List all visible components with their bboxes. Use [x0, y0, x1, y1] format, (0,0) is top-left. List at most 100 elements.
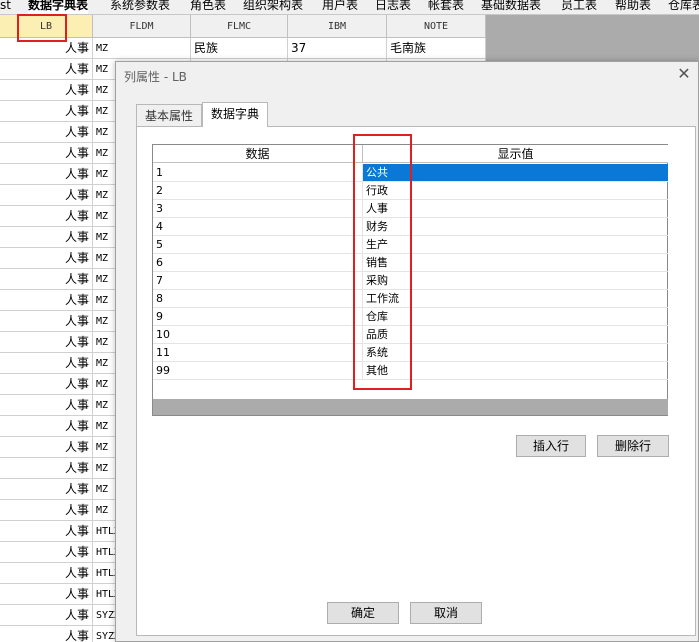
table-tab[interactable]: 帐套表	[428, 0, 464, 14]
table-tab[interactable]: 帮助表	[615, 0, 651, 14]
cell-lb[interactable]: 人事	[0, 227, 93, 248]
cell-lb[interactable]: 人事	[0, 101, 93, 122]
dict-cell-display[interactable]: 生产	[363, 236, 668, 254]
cell-lb[interactable]: 人事	[0, 626, 93, 642]
cell-lb[interactable]: 人事	[0, 458, 93, 479]
dict-cell-display[interactable]: 财务	[363, 218, 668, 236]
dict-cell-display[interactable]: 行政	[363, 182, 668, 200]
dict-cell-value[interactable]: 4	[153, 218, 363, 236]
dict-row[interactable]: 6 销售	[153, 254, 668, 272]
cell-lb[interactable]: 人事	[0, 353, 93, 374]
delete-row-button[interactable]: 删除行	[597, 435, 669, 457]
cell-lb[interactable]: 人事	[0, 185, 93, 206]
dict-cell-value[interactable]: 11	[153, 344, 363, 362]
column-header-fldm[interactable]: FLDM	[93, 15, 191, 38]
cell-lb[interactable]: 人事	[0, 563, 93, 584]
dict-cell-value[interactable]: 2	[153, 182, 363, 200]
dict-cell-display[interactable]: 销售	[363, 254, 668, 272]
cell-lb[interactable]: 人事	[0, 479, 93, 500]
dict-empty-area	[153, 399, 668, 415]
table-row[interactable]: 人事 MZ 民族 37 毛南族	[0, 38, 486, 59]
table-tab[interactable]: st	[0, 0, 11, 14]
table-tab[interactable]: 系统参数表	[110, 0, 170, 14]
column-header-flmc[interactable]: FLMC	[191, 15, 288, 38]
insert-row-button[interactable]: 插入行	[516, 435, 586, 457]
dict-cell-display[interactable]: 仓库	[363, 308, 668, 326]
cell-lb[interactable]: 人事	[0, 395, 93, 416]
cell-lb[interactable]: 人事	[0, 122, 93, 143]
dict-row[interactable]: 2 行政	[153, 182, 668, 200]
cell-lb[interactable]: 人事	[0, 290, 93, 311]
table-tab[interactable]: 日志表	[375, 0, 411, 14]
table-tab[interactable]: 用户表	[322, 0, 358, 14]
dict-row[interactable]: 8 工作流	[153, 290, 668, 308]
ok-button[interactable]: 确定	[327, 602, 399, 624]
dict-cell-display[interactable]: 采购	[363, 272, 668, 290]
cell-lb[interactable]: 人事	[0, 332, 93, 353]
table-tab[interactable]: 员工表	[561, 0, 597, 14]
table-tab[interactable]: 基础数据表	[481, 0, 541, 14]
cell-lb[interactable]: 人事	[0, 59, 93, 80]
cell-lb[interactable]: 人事	[0, 248, 93, 269]
table-tab[interactable]: 角色表	[190, 0, 226, 14]
dict-cell-display[interactable]: 系统	[363, 344, 668, 362]
tab-data-dictionary[interactable]: 数据字典	[202, 102, 269, 127]
dict-cell-value[interactable]: 6	[153, 254, 363, 272]
cell-lb[interactable]: 人事	[0, 542, 93, 563]
table-tab[interactable]: 仓库表	[668, 0, 699, 14]
close-icon[interactable]: ✕	[676, 66, 692, 82]
dict-cell-value[interactable]: 9	[153, 308, 363, 326]
dict-cell-value[interactable]: 10	[153, 326, 363, 344]
dict-cell-value[interactable]: 8	[153, 290, 363, 308]
dict-row[interactable]: 4 财务	[153, 218, 668, 236]
cell-fldm[interactable]: MZ	[93, 38, 191, 59]
cell-lb[interactable]: 人事	[0, 521, 93, 542]
cell-flmc[interactable]: 民族	[191, 38, 288, 59]
cell-lb[interactable]: 人事	[0, 164, 93, 185]
cell-lb[interactable]: 人事	[0, 80, 93, 101]
cell-lb[interactable]: 人事	[0, 584, 93, 605]
dict-cell-value[interactable]: 1	[153, 164, 363, 182]
cell-lb[interactable]: 人事	[0, 416, 93, 437]
dict-cell-value[interactable]: 5	[153, 236, 363, 254]
data-dictionary-table: 数据 显示值 1 公共 2 行政 3 人事 4 财务 5 生产 6 销售 7 采购 8 工作流 9 仓库 10 品质 1…	[152, 144, 668, 416]
cell-lb[interactable]: 人事	[0, 605, 93, 626]
dict-cell-display[interactable]: 公共	[363, 164, 668, 182]
column-header-ibm[interactable]: IBM	[288, 15, 387, 38]
column-header-note[interactable]: NOTE	[387, 15, 486, 38]
dict-row[interactable]: 10 品质	[153, 326, 668, 344]
table-tab[interactable]: 组织架构表	[243, 0, 303, 14]
column-header-lb[interactable]: LB	[0, 15, 93, 38]
column-properties-dialog: 列属性 - LB ✕ 基本属性 数据字典 数据 显示值 1 公共 2 行政 3 人事 4 财务…	[115, 61, 699, 642]
dict-cell-display[interactable]: 其他	[363, 362, 668, 380]
dict-header-display[interactable]: 显示值	[363, 145, 668, 163]
dict-row[interactable]: 99 其他	[153, 362, 668, 380]
dict-header-value[interactable]: 数据	[153, 145, 363, 163]
cell-lb[interactable]: 人事	[0, 437, 93, 458]
cell-lb[interactable]: 人事	[0, 311, 93, 332]
dict-cell-value[interactable]: 99	[153, 362, 363, 380]
tab-basic-properties[interactable]: 基本属性	[136, 104, 203, 126]
cell-note[interactable]: 毛南族	[387, 38, 486, 59]
dict-cell-display[interactable]: 人事	[363, 200, 668, 218]
table-tab[interactable]: 数据字典表	[28, 0, 89, 14]
dict-row[interactable]: 1 公共	[153, 164, 668, 182]
dict-cell-value[interactable]: 3	[153, 200, 363, 218]
dialog-title: 列属性 - LB	[124, 70, 187, 84]
cell-ibm[interactable]: 37	[288, 38, 387, 59]
dict-row[interactable]: 5 生产	[153, 236, 668, 254]
cell-lb[interactable]: 人事	[0, 269, 93, 290]
dict-cell-value[interactable]: 7	[153, 272, 363, 290]
dict-row[interactable]: 9 仓库	[153, 308, 668, 326]
cell-lb[interactable]: 人事	[0, 206, 93, 227]
dict-cell-display[interactable]: 工作流	[363, 290, 668, 308]
cell-lb[interactable]: 人事	[0, 143, 93, 164]
cell-lb[interactable]: 人事	[0, 500, 93, 521]
cell-lb[interactable]: 人事	[0, 38, 93, 59]
cancel-button[interactable]: 取消	[410, 602, 482, 624]
dict-cell-display[interactable]: 品质	[363, 326, 668, 344]
dict-row[interactable]: 7 采购	[153, 272, 668, 290]
dict-row[interactable]: 11 系统	[153, 344, 668, 362]
dict-row[interactable]: 3 人事	[153, 200, 668, 218]
cell-lb[interactable]: 人事	[0, 374, 93, 395]
